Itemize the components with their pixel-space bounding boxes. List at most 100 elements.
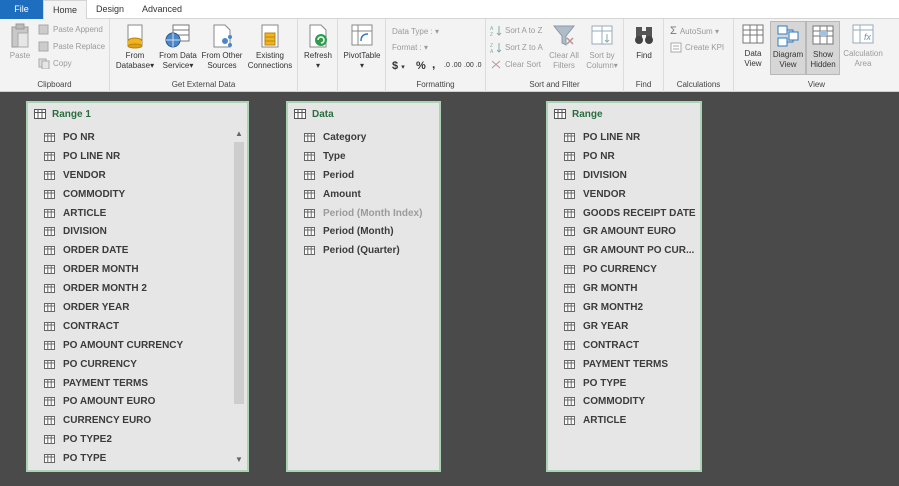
pivottable-button[interactable]: PivotTable ▾ xyxy=(340,23,384,71)
column-item[interactable]: VENDOR xyxy=(548,185,700,204)
column-item[interactable]: DIVISION xyxy=(28,222,247,241)
sort-by-column-button[interactable]: Sort by Column▾ xyxy=(582,23,622,71)
calculation-area-button[interactable]: fx Calculation Area xyxy=(840,23,886,69)
column-item[interactable]: PO CURRENCY xyxy=(28,355,247,374)
column-item[interactable]: Type xyxy=(288,147,439,166)
column-item[interactable]: COMMODITY xyxy=(28,185,247,204)
column-item[interactable]: Period (Month Index) xyxy=(288,204,439,223)
column-item[interactable]: CONTRACT xyxy=(28,317,247,336)
from-other-sources-button[interactable]: From Other Sources xyxy=(200,23,244,71)
table-title: Data xyxy=(312,108,334,120)
tab-advanced[interactable]: Advanced xyxy=(136,0,188,19)
scroll-up-icon[interactable]: ▲ xyxy=(233,128,245,140)
column-icon xyxy=(564,170,575,180)
paste-button[interactable]: Paste xyxy=(6,23,34,61)
refresh-button[interactable]: Refresh ▾ xyxy=(300,23,336,71)
copy-button[interactable]: Copy xyxy=(38,57,72,71)
formatting-group: Data Type : ▾ Format : ▾ $ ▾ % , .0 .00 … xyxy=(386,19,486,92)
comma-button[interactable]: , xyxy=(432,57,435,71)
column-item[interactable]: DIVISION xyxy=(548,166,700,185)
column-item[interactable]: PO LINE NR xyxy=(548,128,700,147)
clear-sort-button[interactable]: Clear Sort xyxy=(490,58,541,72)
sort-az-button[interactable]: A Z Sort A to Z xyxy=(490,24,542,38)
column-item[interactable]: GR MONTH xyxy=(548,279,700,298)
column-label: PO AMOUNT CURRENCY xyxy=(63,339,184,351)
paste-append-button[interactable]: Paste Append xyxy=(38,23,103,37)
column-item[interactable]: PO NR xyxy=(28,128,247,147)
table-data[interactable]: Data Category Type Period Amount Period (Mon… xyxy=(286,101,441,472)
column-item[interactable]: PO TYPE xyxy=(28,449,247,468)
vertical-scrollbar[interactable]: ▲ ▼ xyxy=(233,128,245,466)
find-button[interactable]: Find xyxy=(626,23,662,61)
column-item[interactable]: Amount xyxy=(288,185,439,204)
column-item[interactable]: Period (Quarter) xyxy=(288,241,439,260)
table-range-1[interactable]: Range 1 PO NR PO LINE NR VENDOR COMMODITY AR… xyxy=(26,101,249,472)
column-item[interactable]: PAYMENT TERMS xyxy=(28,374,247,393)
column-item[interactable]: Category xyxy=(288,128,439,147)
currency-button[interactable]: $ ▾ xyxy=(392,59,405,73)
paste-replace-button[interactable]: Paste Replace xyxy=(38,40,105,54)
column-item[interactable]: GR AMOUNT EURO xyxy=(548,222,700,241)
column-item[interactable]: PO TYPE xyxy=(548,374,700,393)
autosum-button[interactable]: Σ AutoSum ▾ xyxy=(670,24,719,38)
column-item[interactable]: ORDER MONTH 2 xyxy=(28,279,247,298)
column-item[interactable]: VENDOR xyxy=(28,166,247,185)
column-item[interactable]: PO AMOUNT CURRENCY xyxy=(28,336,247,355)
column-item[interactable]: GR YEAR xyxy=(548,317,700,336)
column-item[interactable]: CURRENCY EURO xyxy=(28,411,247,430)
existing-connections-button[interactable]: Existing Connections xyxy=(244,23,296,71)
column-item[interactable]: Period (Month) xyxy=(288,222,439,241)
column-item[interactable]: ARTICLE xyxy=(548,411,700,430)
column-icon xyxy=(564,265,575,275)
column-item[interactable]: PO AMOUNT EURO xyxy=(28,392,247,411)
data-type-dropdown[interactable]: Data Type : ▾ xyxy=(392,25,439,39)
column-item[interactable]: PO LINE NR xyxy=(28,147,247,166)
column-item[interactable]: PO NR xyxy=(548,147,700,166)
tab-home[interactable]: Home xyxy=(43,0,87,20)
table-range[interactable]: Range PO LINE NR PO NR DIVISION VENDOR GOODS… xyxy=(546,101,702,472)
column-item[interactable]: ARTICLE xyxy=(28,204,247,223)
clear-all-filters-button[interactable]: Clear All Filters xyxy=(544,23,584,71)
sort-za-button[interactable]: Z A Sort Z to A xyxy=(490,41,543,55)
format-dropdown[interactable]: Format : ▾ xyxy=(392,41,428,55)
column-item[interactable]: GR MONTH2 xyxy=(548,298,700,317)
column-icon xyxy=(564,208,575,218)
diagram-view-button[interactable]: Diagram View xyxy=(770,21,806,75)
from-data-service-button[interactable]: From Data Service▾ xyxy=(156,23,200,71)
external-data-group-label: Get External Data xyxy=(171,80,236,89)
column-item[interactable]: ORDER DATE xyxy=(28,241,247,260)
scrollbar-thumb[interactable] xyxy=(234,142,244,404)
column-label: PO AMOUNT EURO xyxy=(63,396,156,408)
table-header[interactable]: Range 1 xyxy=(28,103,247,125)
column-icon xyxy=(564,340,575,350)
tab-design[interactable]: Design xyxy=(90,0,130,19)
scroll-down-icon[interactable]: ▼ xyxy=(233,454,245,466)
column-item[interactable]: ORDER MONTH xyxy=(28,260,247,279)
decrease-decimal-button[interactable]: .00 .0 xyxy=(464,59,482,73)
column-item[interactable]: PO CURRENCY xyxy=(548,260,700,279)
column-item[interactable]: PAYMENT TERMS xyxy=(548,355,700,374)
column-label: GR MONTH xyxy=(583,283,638,295)
table-icon xyxy=(294,109,306,119)
refresh-group: Refresh ▾ xyxy=(298,19,338,92)
show-hidden-button[interactable]: Show Hidden xyxy=(806,21,840,75)
increase-decimal-button[interactable]: .0 .00 xyxy=(444,59,462,73)
column-item[interactable]: PO TYPE2 xyxy=(28,430,247,449)
table-header[interactable]: Data xyxy=(288,103,439,125)
from-database-button[interactable]: From Database▾ xyxy=(114,23,156,71)
column-item[interactable]: ORDER YEAR xyxy=(28,298,247,317)
column-item[interactable]: Period xyxy=(288,166,439,185)
diagram-canvas[interactable]: Range 1 PO NR PO LINE NR VENDOR COMMODITY AR… xyxy=(0,93,899,486)
clear-sort-icon xyxy=(491,61,501,69)
column-icon xyxy=(564,246,575,256)
table-header[interactable]: Range xyxy=(548,103,700,125)
column-item[interactable]: CONTRACT xyxy=(548,336,700,355)
column-item[interactable]: GR AMOUNT PO CUR... xyxy=(548,241,700,260)
column-item[interactable]: COMMODITY xyxy=(548,392,700,411)
tab-file[interactable]: File xyxy=(0,0,43,19)
data-view-button[interactable]: Data View xyxy=(736,23,770,69)
percent-button[interactable]: % xyxy=(416,59,426,73)
create-kpi-button[interactable]: Create KPI xyxy=(670,41,724,55)
column-icon xyxy=(304,246,315,256)
column-item[interactable]: GOODS RECEIPT DATE xyxy=(548,204,700,223)
